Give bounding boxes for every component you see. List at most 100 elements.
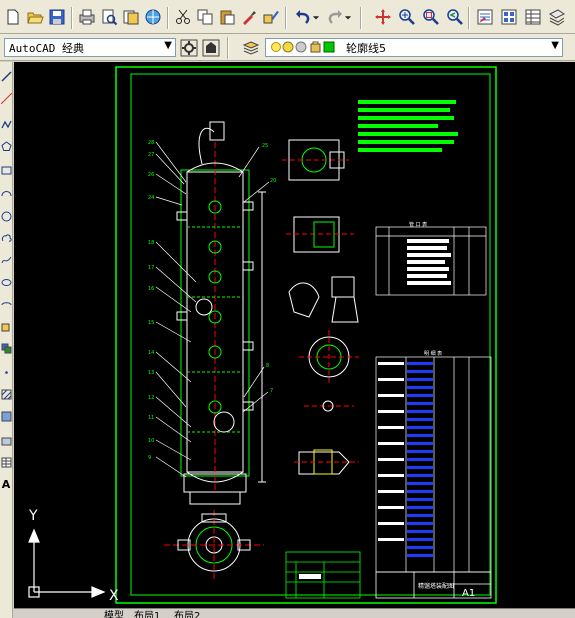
detail-view-f (294, 449, 359, 475)
redo-icon[interactable] (325, 7, 345, 27)
undo-dropdown-icon[interactable] (311, 7, 321, 27)
point-icon[interactable] (0, 364, 12, 380)
cad-drawing: 282726 241817 161514 131211 109 252087 管… (28, 66, 497, 604)
svg-text:12: 12 (148, 395, 154, 401)
properties-icon[interactable] (475, 7, 495, 27)
title-block-name: 精馏塔装配图 (418, 582, 454, 590)
gradient-icon[interactable] (0, 408, 12, 424)
technical-requirements (358, 100, 458, 152)
svg-text:14: 14 (148, 350, 154, 356)
table-icon[interactable] (0, 454, 12, 470)
design-center-icon[interactable] (499, 7, 519, 27)
zoom-previous-icon[interactable] (445, 7, 465, 27)
ellipse-icon[interactable] (0, 274, 12, 290)
svg-text:26: 26 (148, 172, 154, 178)
detail-view-d (299, 330, 359, 384)
chevron-down-icon: ▼ (551, 40, 559, 51)
hatch-icon[interactable] (0, 386, 12, 402)
match-properties-icon[interactable] (239, 7, 259, 27)
workspace-save-icon[interactable] (201, 38, 221, 58)
svg-text:27: 27 (148, 152, 154, 158)
arc-icon[interactable] (0, 184, 12, 200)
multiline-text-icon[interactable]: A (0, 476, 12, 492)
save-icon[interactable] (47, 7, 67, 27)
new-icon[interactable] (3, 7, 23, 27)
pan-icon[interactable] (373, 7, 393, 27)
layer-manager-icon[interactable] (241, 38, 261, 58)
inner-drawing-frame (130, 73, 491, 596)
detail-view-b (286, 216, 354, 253)
circle-icon[interactable] (0, 208, 12, 224)
ucs-y-label: Y (28, 508, 38, 524)
open-icon[interactable] (25, 7, 45, 27)
copy-icon[interactable] (195, 7, 215, 27)
svg-text:24: 24 (148, 195, 154, 201)
chevron-down-icon: ▼ (164, 40, 172, 51)
parts-list-text (378, 362, 404, 541)
line-icon[interactable] (0, 68, 12, 84)
svg-text:8: 8 (266, 363, 269, 369)
redo-dropdown-icon[interactable] (343, 7, 353, 27)
block-editor-icon[interactable] (261, 7, 281, 27)
print-preview-icon[interactable] (99, 7, 119, 27)
nozzle-table-title: 管 口 表 (409, 221, 427, 228)
layout-tabs-strip: 模型 布局1 布局2 (14, 608, 575, 618)
publish-icon[interactable] (121, 7, 141, 27)
detail-view-c (288, 276, 359, 323)
svg-text:20: 20 (270, 178, 276, 184)
svg-text:15: 15 (148, 320, 154, 326)
polygon-icon[interactable] (0, 138, 12, 154)
tab-model[interactable]: 模型 (104, 609, 124, 618)
workspace-settings-icon[interactable] (179, 38, 199, 58)
svg-text:18: 18 (148, 240, 154, 246)
layer-value: 轮廓线5 (346, 41, 386, 55)
insert-block-icon[interactable] (0, 318, 12, 334)
svg-text:9: 9 (148, 455, 151, 461)
svg-text:17: 17 (148, 265, 154, 271)
workspace-dropdown[interactable]: AutoCAD 经典 ▼ (4, 38, 176, 57)
ucs-icon (28, 528, 106, 598)
design-data-cell (299, 574, 321, 579)
ellipse-arc-icon[interactable] (0, 296, 12, 312)
spline-icon[interactable] (0, 252, 12, 268)
svg-text:16: 16 (148, 286, 154, 292)
drawing-canvas[interactable]: 28 27 26 24 18 17 16 15 14 13 12 11 10 9 25 20 8 7 (14, 62, 575, 618)
layer-dropdown[interactable]: 轮廓线5 ▼ (265, 38, 563, 57)
parts-list-rows (407, 362, 433, 557)
ucs-x-label: X (109, 588, 119, 604)
cut-icon[interactable] (173, 7, 193, 27)
paste-icon[interactable] (217, 7, 237, 27)
zoom-realtime-icon[interactable] (397, 7, 417, 27)
tool-palettes-icon[interactable] (523, 7, 543, 27)
3d-dwf-icon[interactable] (143, 7, 163, 27)
nozzle-table-rows (407, 239, 451, 285)
svg-text:10: 10 (148, 438, 154, 444)
svg-text:25: 25 (262, 143, 268, 149)
svg-text:7: 7 (270, 388, 273, 394)
region-icon[interactable] (0, 432, 12, 448)
tower-plan-view (164, 510, 264, 580)
svg-text:28: 28 (148, 140, 154, 146)
construction-line-icon[interactable] (0, 90, 12, 106)
sheet-set-icon[interactable] (547, 7, 567, 27)
parts-list-title: 明 细 表 (424, 350, 442, 357)
zoom-window-icon[interactable] (421, 7, 441, 27)
detail-view-e (304, 400, 354, 412)
part-leaders (155, 141, 270, 478)
tab-layout1[interactable]: 布局1 (134, 609, 160, 618)
tab-layout2[interactable]: 布局2 (174, 609, 200, 618)
rectangle-icon[interactable] (0, 162, 12, 178)
sheet-size-label: A1 (462, 588, 475, 599)
polyline-icon[interactable] (0, 116, 12, 132)
layer-state-icons (271, 41, 335, 53)
undo-icon[interactable] (293, 7, 313, 27)
standard-toolbar (0, 0, 575, 34)
revision-cloud-icon[interactable] (0, 230, 12, 246)
outer-drawing-frame (115, 66, 497, 604)
tower-front-view (176, 121, 266, 505)
print-icon[interactable] (77, 7, 97, 27)
draw-toolbar: A (0, 62, 13, 618)
workspace-value: AutoCAD 经典 (9, 41, 84, 55)
svg-text:11: 11 (148, 415, 154, 421)
make-block-icon[interactable] (0, 340, 12, 356)
